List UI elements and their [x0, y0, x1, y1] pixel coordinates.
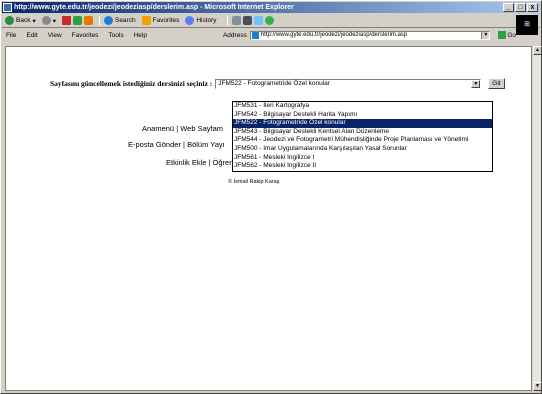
search-icon [103, 16, 113, 25]
window-title: http://www.gyte.edu.tr/jeodezi/jeodezias… [14, 4, 294, 11]
menu-file[interactable]: File [6, 32, 16, 39]
scroll-up-icon[interactable]: ▲ [533, 46, 542, 55]
go-label: Go [507, 31, 516, 39]
dropdown-option[interactable]: JFM561 - Mesleki İngilizce I [233, 154, 492, 163]
minimize-button[interactable]: _ [503, 3, 514, 12]
standard-toolbar: Back ▾ ▾ Search Favorites History [2, 14, 540, 28]
edit-icon[interactable] [253, 16, 263, 25]
scroll-down-icon[interactable]: ▼ [533, 382, 542, 391]
toolbar-separator [226, 15, 228, 26]
course-select[interactable]: JFM522 - Fotogrametride Özel konular ▼ [215, 78, 482, 89]
dropdown-option[interactable]: JFM542 - Bilgisayar Destekli Harita Yapı… [233, 111, 492, 120]
back-arrow-icon [5, 16, 14, 25]
menu-edit[interactable]: Edit [26, 32, 37, 39]
chevron-down-icon[interactable]: ▾ [53, 17, 56, 25]
menu-bar: File Edit View Favorites Tools Help Addr… [2, 29, 516, 41]
chevron-down-icon[interactable]: ▼ [481, 31, 490, 39]
address-bar[interactable]: http://www.gyte.edu.tr/jeodezi/jeodezias… [249, 30, 491, 40]
history-icon [185, 16, 195, 25]
submit-button[interactable]: Git [488, 78, 505, 89]
chevron-down-icon[interactable]: ▼ [471, 79, 481, 88]
windows-logo-icon: ⊞ [516, 15, 538, 35]
maximize-button[interactable]: □ [515, 3, 526, 12]
dropdown-option[interactable]: JFM562 - Mesleki İngilizce II [233, 162, 492, 171]
dropdown-option[interactable]: JFM544 - Jeodezi ve Fotogrametri Mühendi… [233, 136, 492, 145]
refresh-icon[interactable] [72, 16, 82, 25]
history-button[interactable]: History [185, 16, 217, 25]
menu-view[interactable]: View [48, 32, 62, 39]
go-button[interactable]: Go [498, 31, 516, 39]
favorites-button[interactable]: Favorites [141, 16, 180, 25]
footer-links-row-1[interactable]: Anamenü | Web Sayfam [142, 124, 223, 133]
copyright: © İsmail Rakip Karaş [228, 179, 280, 185]
menu-tools[interactable]: Tools [108, 32, 123, 39]
home-icon[interactable] [83, 16, 93, 25]
close-button[interactable]: x [527, 3, 538, 12]
page-icon [251, 31, 259, 39]
print-icon[interactable] [242, 16, 252, 25]
browser-window: http://www.gyte.edu.tr/jeodezi/jeodezias… [0, 0, 542, 394]
mail-icon[interactable] [231, 16, 241, 25]
desktop: http://www.gyte.edu.tr/jeodezi/jeodezias… [0, 0, 542, 394]
menu-favorites[interactable]: Favorites [72, 32, 99, 39]
dropdown-option[interactable]: JFM531 - İleri Kartografya [233, 102, 492, 111]
vertical-scrollbar[interactable]: ▲ ▼ [532, 46, 542, 391]
toolbar-separator [98, 15, 100, 26]
history-label: History [196, 17, 217, 24]
dropdown-option[interactable]: JFM543 - Bilgisayar Destekli Kentsel Ala… [233, 128, 492, 137]
search-button[interactable]: Search [103, 16, 136, 25]
address-label: Address [222, 31, 247, 39]
chevron-down-icon[interactable]: ▾ [32, 17, 35, 25]
favorites-icon [141, 16, 151, 25]
forward-arrow-icon [41, 16, 51, 25]
course-select-form: Sayfasını güncellemek istediğiniz dersin… [50, 78, 520, 89]
footer-links-row-2[interactable]: E-posta Gönder | Bölüm Yayı [128, 140, 225, 149]
back-label: Back [16, 17, 31, 24]
select-value: JFM522 - Fotogrametride Özel konular [218, 79, 330, 87]
stop-icon[interactable] [61, 16, 71, 25]
menu-help[interactable]: Help [134, 32, 147, 39]
messenger-icon[interactable] [264, 16, 274, 25]
dropdown-option[interactable]: JFM500 - İmar Uygulamalarında Karşılaşıl… [233, 145, 492, 154]
back-button[interactable]: Back ▾ [5, 16, 36, 25]
course-dropdown-list: JFM531 - İleri Kartografya JFM542 - Bilg… [232, 101, 493, 172]
page-content: Sayfasını güncellemek istediğiniz dersin… [5, 46, 532, 391]
form-label: Sayfasını güncellemek istediğiniz dersin… [50, 79, 213, 88]
favorites-label: Favorites [152, 17, 180, 24]
go-arrow-icon [498, 31, 507, 39]
forward-button[interactable]: ▾ [41, 16, 56, 25]
window-controls: _ □ x [503, 3, 538, 12]
title-bar: http://www.gyte.edu.tr/jeodezi/jeodezias… [2, 2, 540, 13]
address-value: http://www.gyte.edu.tr/jeodezi/jeodezias… [260, 32, 408, 38]
search-label: Search [114, 17, 136, 24]
dropdown-option-selected[interactable]: JFM522 - Fotogrametride Özel konular [233, 119, 492, 128]
ie-icon [3, 3, 12, 12]
